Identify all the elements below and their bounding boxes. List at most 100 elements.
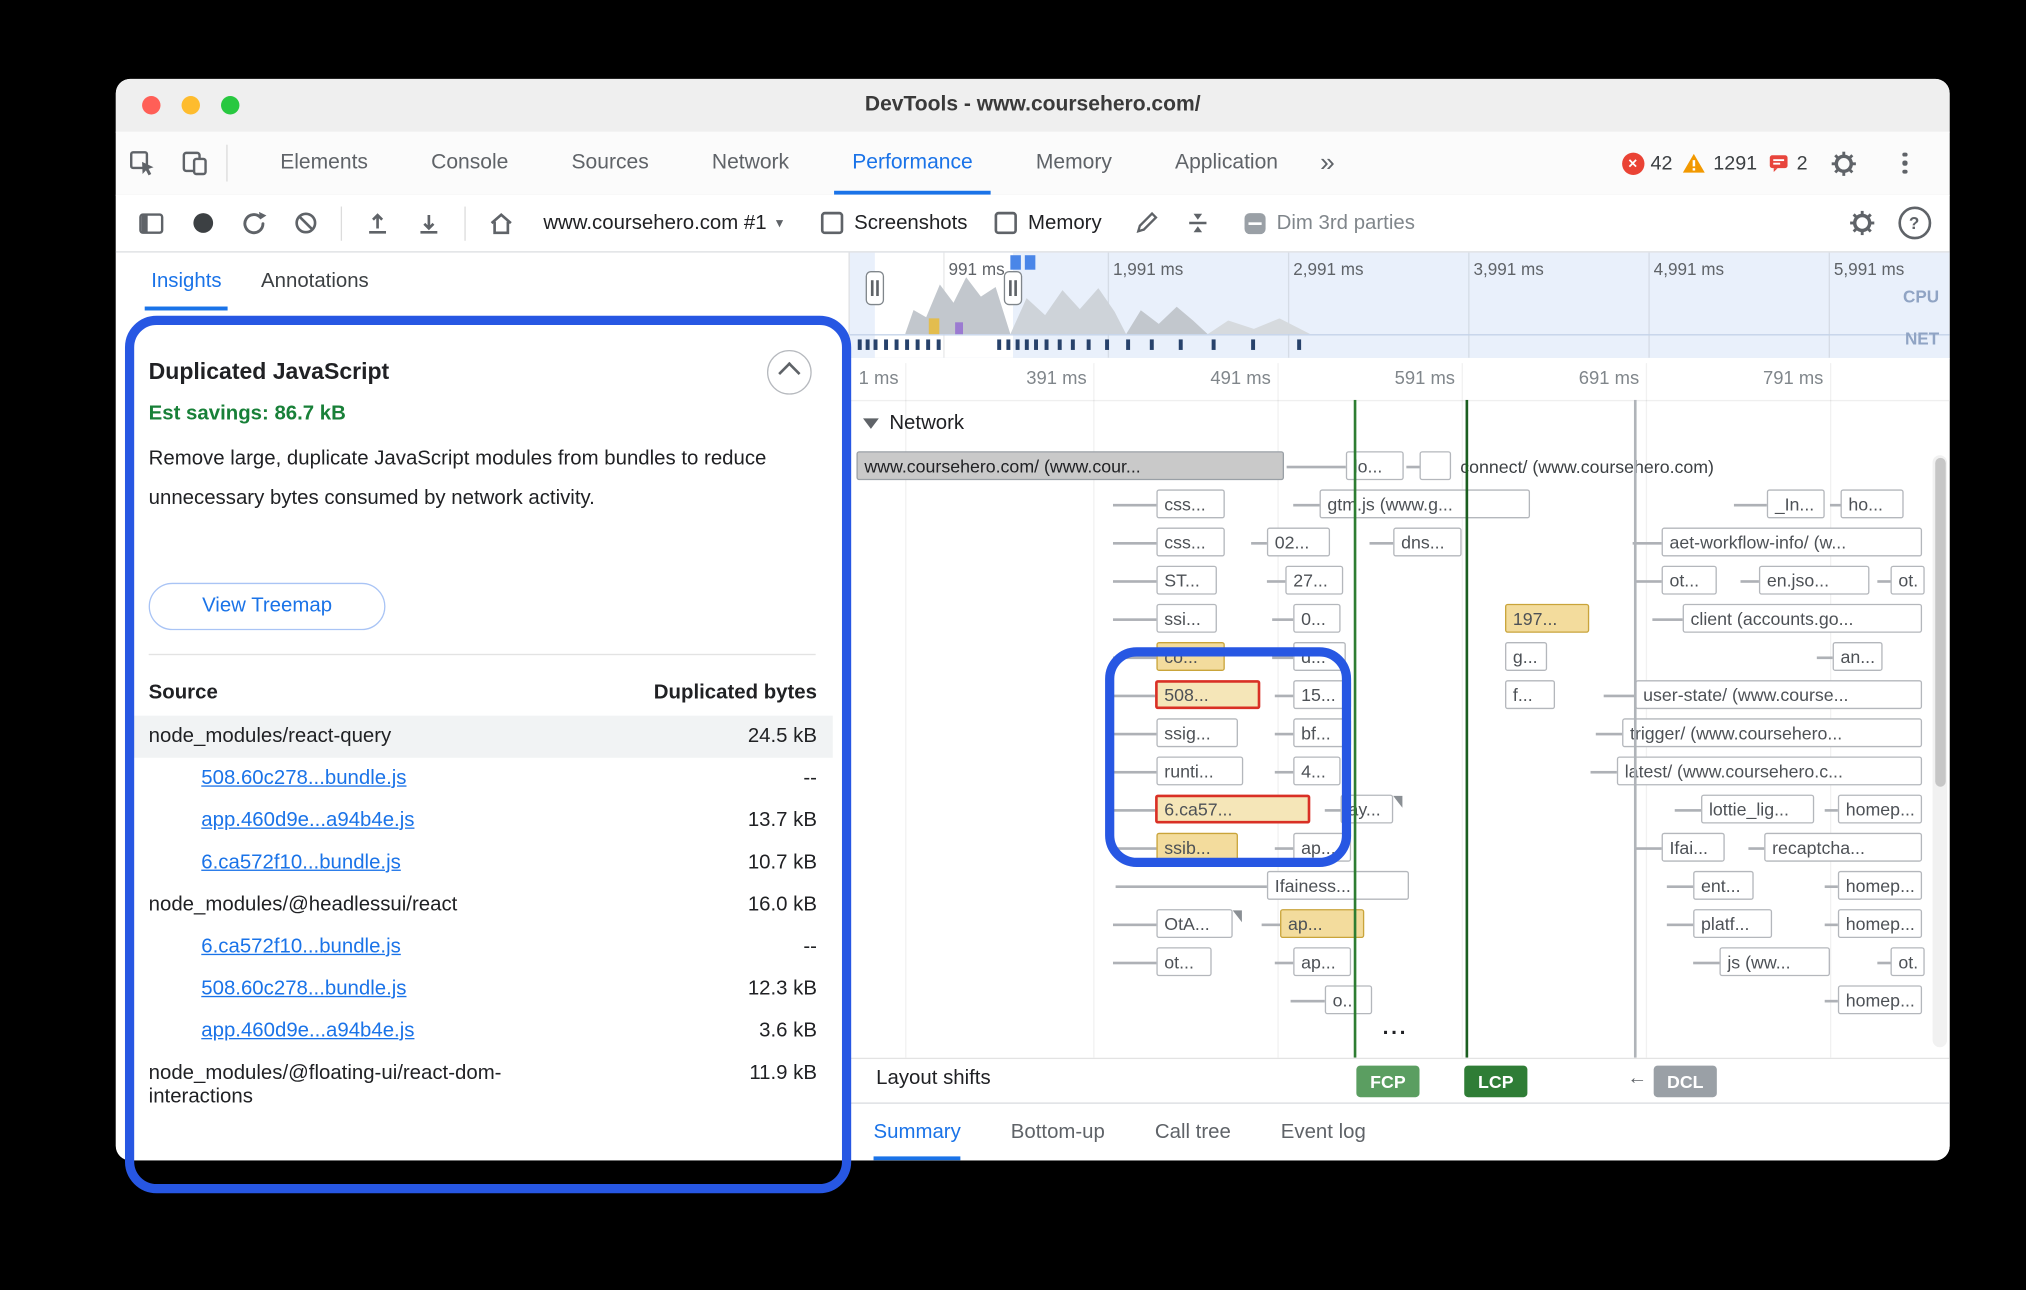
- inspect-element-button[interactable]: [116, 132, 169, 195]
- bottom-tab-summary[interactable]: Summary: [874, 1104, 961, 1161]
- tab-network[interactable]: Network: [680, 132, 820, 195]
- network-request-bar[interactable]: trigger/ (www.coursehero...: [1622, 718, 1922, 747]
- network-request-bar[interactable]: Ifai...: [1662, 833, 1725, 862]
- network-request-bar[interactable]: platf...: [1693, 909, 1772, 938]
- vertical-scrollbar[interactable]: [1933, 455, 1947, 1047]
- network-request-bar[interactable]: [1420, 451, 1452, 480]
- network-request-bar[interactable]: 4...: [1293, 756, 1340, 785]
- sidebar-tab-annotations[interactable]: Annotations: [241, 253, 388, 311]
- source-file-link[interactable]: app.460d9e...a94b4e.js: [201, 809, 414, 833]
- source-file-link[interactable]: 508.60c278...bundle.js: [201, 977, 406, 1001]
- network-request-bar[interactable]: ssi...: [1156, 604, 1217, 633]
- network-request-bar[interactable]: 15...: [1293, 680, 1351, 709]
- network-request-bar[interactable]: homep...: [1838, 795, 1922, 824]
- warning-badge[interactable]: 1291: [1682, 151, 1757, 176]
- capture-settings-button[interactable]: [1842, 203, 1881, 242]
- marker-badge-fcp[interactable]: FCP: [1356, 1066, 1419, 1098]
- source-file-link[interactable]: 508.60c278...bundle.js: [201, 767, 406, 791]
- network-track-header[interactable]: Network: [850, 400, 1950, 447]
- save-profile-button[interactable]: [409, 203, 448, 242]
- bottom-tab-event-log[interactable]: Event log: [1281, 1104, 1366, 1161]
- record-and-reload-button[interactable]: [234, 203, 273, 242]
- timeline-overview[interactable]: 991 ms1,991 ms2,991 ms3,991 ms4,991 ms5,…: [850, 253, 1950, 360]
- network-request-bar[interactable]: lo...: [1346, 451, 1404, 480]
- network-request-bar[interactable]: ssib...: [1156, 833, 1238, 862]
- network-request-bar[interactable]: 6.ca57...: [1155, 795, 1310, 824]
- scrollbar-thumb[interactable]: [1935, 458, 1946, 787]
- network-request-bar[interactable]: Ifainess...: [1267, 871, 1409, 900]
- source-file-link[interactable]: app.460d9e...a94b4e.js: [201, 1020, 414, 1044]
- collapse-insight-button[interactable]: [767, 350, 812, 395]
- source-file-link[interactable]: 6.ca572f10...bundle.js: [201, 851, 401, 875]
- network-request-bar[interactable]: 197...: [1505, 604, 1589, 633]
- menu-button[interactable]: [1879, 152, 1932, 174]
- network-request-bar[interactable]: ST...: [1156, 566, 1217, 595]
- toggle-sidebar-button[interactable]: [132, 203, 171, 242]
- bottom-tab-call-tree[interactable]: Call tree: [1155, 1104, 1231, 1161]
- network-request-bar[interactable]: user-state/ (www.course...: [1635, 680, 1922, 709]
- network-request-bar[interactable]: ay...: [1341, 795, 1394, 824]
- profile-select[interactable]: www.coursehero.com #1 ▾: [543, 211, 783, 235]
- device-toolbar-button[interactable]: [168, 132, 221, 195]
- network-request-bar[interactable]: 0...: [1293, 604, 1340, 633]
- source-file-link[interactable]: 6.ca572f10...bundle.js: [201, 935, 401, 959]
- marker-badge-dcl[interactable]: DCL: [1654, 1066, 1717, 1098]
- network-request-bar[interactable]: client (accounts.go...: [1683, 604, 1922, 633]
- overview-handle-left[interactable]: [866, 271, 884, 305]
- overview-handle-right[interactable]: [1004, 271, 1022, 305]
- collect-garbage-button[interactable]: [1178, 203, 1217, 242]
- network-request-bar[interactable]: js (ww...: [1719, 947, 1830, 976]
- network-request-bar[interactable]: ap...: [1293, 947, 1351, 976]
- record-button[interactable]: [183, 203, 222, 242]
- issues-badge[interactable]: 2: [1766, 151, 1807, 175]
- network-request-bar[interactable]: ot...: [1156, 947, 1211, 976]
- network-request-bar[interactable]: dns...: [1393, 528, 1461, 557]
- network-request-bar[interactable]: 02...: [1267, 528, 1330, 557]
- tab-performance[interactable]: Performance: [821, 132, 1005, 195]
- network-request-bar[interactable]: 508...: [1155, 680, 1260, 709]
- tab-memory[interactable]: Memory: [1004, 132, 1143, 195]
- network-request-bar[interactable]: homep...: [1838, 985, 1922, 1014]
- load-profile-button[interactable]: [358, 203, 397, 242]
- more-tabs-button[interactable]: »: [1310, 132, 1346, 195]
- screenshots-checkbox[interactable]: Screenshots: [821, 211, 967, 235]
- network-request-bar[interactable]: ent...: [1693, 871, 1754, 900]
- network-request-bar[interactable]: lottie_lig...: [1701, 795, 1814, 824]
- network-request-bar[interactable]: gtm.js (www.g...: [1320, 489, 1530, 518]
- clear-button[interactable]: [285, 203, 324, 242]
- network-request-bar[interactable]: 27...: [1285, 566, 1343, 595]
- network-request-bar[interactable]: ot...: [1890, 947, 1924, 976]
- marker-badge-lcp[interactable]: LCP: [1464, 1066, 1527, 1098]
- sidebar-tab-insights[interactable]: Insights: [132, 253, 242, 311]
- network-request-bar[interactable]: ssig...: [1156, 718, 1238, 747]
- view-treemap-button[interactable]: View Treemap: [149, 583, 386, 630]
- network-request-bar[interactable]: css...: [1156, 528, 1224, 557]
- network-request-bar[interactable]: ap...: [1293, 833, 1351, 862]
- network-request-bar[interactable]: co...: [1156, 642, 1224, 671]
- network-request-bar[interactable]: ot...: [1890, 566, 1924, 595]
- network-request-bar[interactable]: ho...: [1840, 489, 1903, 518]
- network-request-bar[interactable]: www.coursehero.com/ (www.cour...: [856, 451, 1284, 480]
- network-request-bar[interactable]: bf...: [1293, 718, 1351, 747]
- network-request-bar[interactable]: OtA...: [1156, 909, 1232, 938]
- dim-3rd-parties-toggle[interactable]: Dim 3rd parties: [1245, 211, 1415, 235]
- memory-checkbox[interactable]: Memory: [995, 211, 1102, 235]
- network-request-bar[interactable]: d...: [1293, 642, 1346, 671]
- network-request-bar[interactable]: o...: [1325, 985, 1372, 1014]
- show-more-requests[interactable]: ...: [1383, 1017, 1408, 1041]
- tab-sources[interactable]: Sources: [540, 132, 680, 195]
- network-request-bar[interactable]: aet-workflow-info/ (w...: [1662, 528, 1922, 557]
- bottom-tab-bottom-up[interactable]: Bottom-up: [1011, 1104, 1105, 1161]
- help-button[interactable]: ?: [1894, 203, 1933, 242]
- tab-elements[interactable]: Elements: [249, 132, 400, 195]
- network-request-bar[interactable]: f...: [1505, 680, 1555, 709]
- network-request-bar[interactable]: g...: [1505, 642, 1547, 671]
- network-request-bar[interactable]: an...: [1833, 642, 1883, 671]
- network-request-bar[interactable]: ot...: [1662, 566, 1717, 595]
- network-request-bar[interactable]: ap...: [1280, 909, 1364, 938]
- network-request-bar[interactable]: homep...: [1838, 871, 1922, 900]
- settings-button[interactable]: [1817, 149, 1870, 177]
- tab-console[interactable]: Console: [400, 132, 540, 195]
- network-request-bar[interactable]: css...: [1156, 489, 1224, 518]
- network-request-bar[interactable]: homep...: [1838, 909, 1922, 938]
